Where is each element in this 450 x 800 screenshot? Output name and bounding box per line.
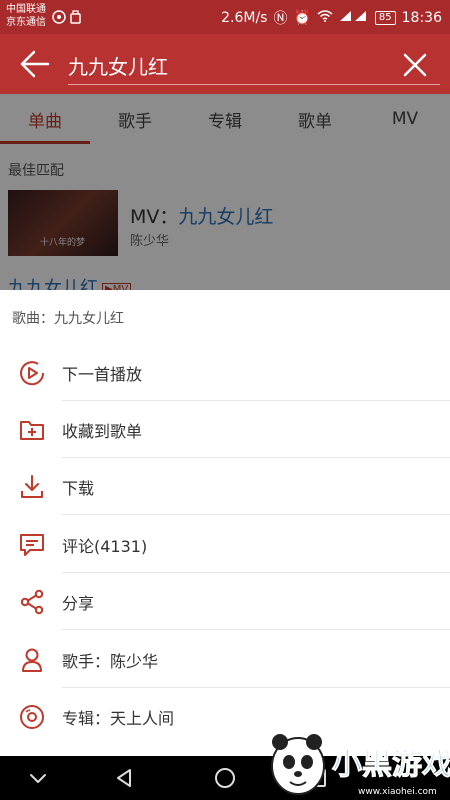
menu-label: 专辑：天上人间 — [62, 709, 175, 728]
search-input[interactable] — [68, 50, 368, 80]
play-next-icon — [20, 361, 45, 386]
hide-nav-icon[interactable] — [26, 766, 50, 790]
clear-icon[interactable] — [400, 50, 430, 80]
sheet-title: 歌曲：九九女儿红 — [12, 311, 124, 327]
comment-icon — [20, 534, 44, 556]
alarm-icon: ⏰ — [293, 10, 311, 26]
divider — [62, 514, 450, 515]
app-notification-icon — [52, 10, 81, 24]
search-header — [0, 34, 450, 94]
home-icon[interactable] — [213, 766, 237, 790]
back-icon[interactable] — [112, 766, 136, 790]
wifi-icon — [317, 10, 333, 26]
menu-label: 歌手：陈少华 — [62, 652, 159, 671]
share-icon — [20, 589, 44, 615]
carrier-1: 中国联通 — [6, 4, 46, 15]
menu-label: 下一首播放 — [62, 365, 143, 384]
system-status: 2.6M/s Ⓝ ⏰ 85 18:36 — [221, 8, 442, 28]
status-bar: 中国联通 京东通信 2.6M/s Ⓝ ⏰ 85 18:36 — [0, 0, 450, 34]
menu-item-download[interactable]: 下载 — [0, 458, 450, 515]
search-underline — [68, 84, 440, 85]
dim-overlay[interactable] — [0, 94, 450, 290]
menu-label: 分享 — [62, 594, 95, 613]
battery-level: 85 — [374, 11, 396, 25]
menu-label: 下载 — [62, 479, 95, 498]
song-action-sheet: 歌曲：九九女儿红 下一首播放 收藏到歌单 下载 评论(4131) 分享 歌手：陈… — [0, 290, 450, 756]
album-icon — [20, 705, 44, 729]
nfc-icon: Ⓝ — [273, 11, 288, 27]
carrier-info: 中国联通 京东通信 — [6, 3, 46, 29]
watermark-brand: 小黑游戏 — [332, 747, 450, 782]
artist-icon — [22, 648, 42, 672]
clock: 18:36 — [401, 10, 442, 26]
menu-item-share[interactable]: 分享 — [0, 573, 450, 630]
menu-item-comment[interactable]: 评论(4131) — [0, 516, 450, 573]
site-watermark-logo: 小黑游戏 www.xiaohei.com — [271, 734, 450, 797]
watermark-url: www.xiaohei.com — [358, 787, 437, 797]
menu-item-artist[interactable]: 歌手：陈少华 — [0, 631, 450, 688]
add-to-folder-icon — [20, 421, 44, 440]
menu-item-play-next[interactable]: 下一首播放 — [0, 344, 450, 401]
signal-icon — [339, 10, 369, 26]
divider — [62, 629, 450, 630]
menu-label: 评论(4131) — [62, 537, 148, 556]
carrier-2: 京东通信 — [6, 17, 46, 28]
menu-item-add-to-playlist[interactable]: 收藏到歌单 — [0, 401, 450, 458]
menu-label: 收藏到歌单 — [62, 422, 143, 441]
back-arrow-icon[interactable] — [18, 48, 52, 80]
notification-icons — [52, 9, 88, 29]
download-icon — [21, 475, 43, 498]
network-speed: 2.6M/s — [221, 10, 268, 26]
